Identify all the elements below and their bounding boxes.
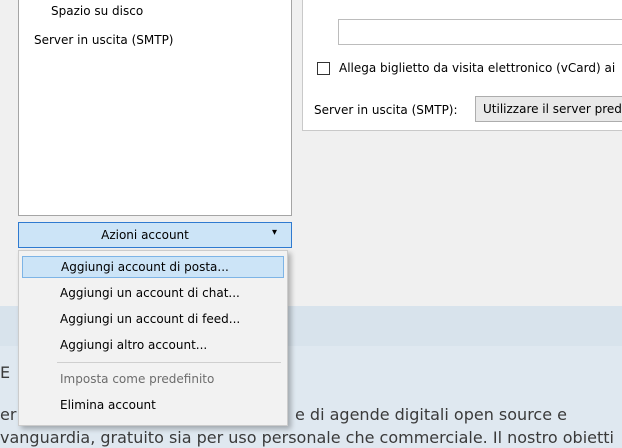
- account-actions-menu: Aggiungi account di posta... Aggiungi un…: [18, 250, 288, 426]
- background-page-fragment: E: [0, 363, 11, 382]
- menu-item-label: Aggiungi un account di chat...: [60, 286, 240, 300]
- account-settings-pane: Allega biglietto da visita elettronico (…: [302, 0, 622, 131]
- menu-item-label: Imposta come predefinito: [60, 372, 215, 386]
- tree-item-disk-space[interactable]: Spazio su disco: [51, 4, 143, 18]
- menu-item-add-other-account[interactable]: Aggiungi altro account...: [22, 335, 284, 357]
- smtp-server-select[interactable]: Utilizzare il server prede: [475, 96, 622, 122]
- signature-text-field[interactable]: [338, 19, 622, 45]
- menu-item-label: Aggiungi un account di feed...: [60, 312, 241, 326]
- menu-item-label: Aggiungi altro account...: [60, 338, 208, 352]
- account-actions-button[interactable]: Azioni account ▾: [18, 222, 292, 248]
- menu-item-label: Aggiungi account di posta...: [61, 260, 229, 274]
- menu-item-label: Elimina account: [60, 398, 156, 412]
- background-page-text-line2: vanguardia, gratuito sia per uso persona…: [0, 428, 614, 447]
- background-page-text-line1: e di agende digitali open source e: [295, 405, 567, 424]
- chevron-down-icon: ▾: [271, 227, 277, 238]
- vcard-checkbox[interactable]: [317, 62, 330, 75]
- vcard-checkbox-label: Allega biglietto da visita elettronico (…: [339, 61, 616, 75]
- background-page-fragment-line1-left: er: [0, 405, 17, 424]
- tree-item-outgoing-server[interactable]: Server in uscita (SMTP): [34, 33, 173, 47]
- menu-separator: [57, 362, 281, 363]
- menu-item-delete-account[interactable]: Elimina account: [22, 395, 284, 417]
- smtp-server-label: Server in uscita (SMTP):: [314, 103, 458, 117]
- account-actions-label: Azioni account: [101, 228, 189, 242]
- menu-item-add-mail-account[interactable]: Aggiungi account di posta...: [22, 256, 284, 278]
- menu-item-set-default: Imposta come predefinito: [22, 369, 284, 391]
- menu-item-add-chat-account[interactable]: Aggiungi un account di chat...: [22, 283, 284, 305]
- smtp-server-select-value: Utilizzare il server prede: [483, 102, 622, 116]
- account-tree[interactable]: Spazio su disco Server in uscita (SMTP): [18, 0, 292, 216]
- menu-item-add-feed-account[interactable]: Aggiungi un account di feed...: [22, 309, 284, 331]
